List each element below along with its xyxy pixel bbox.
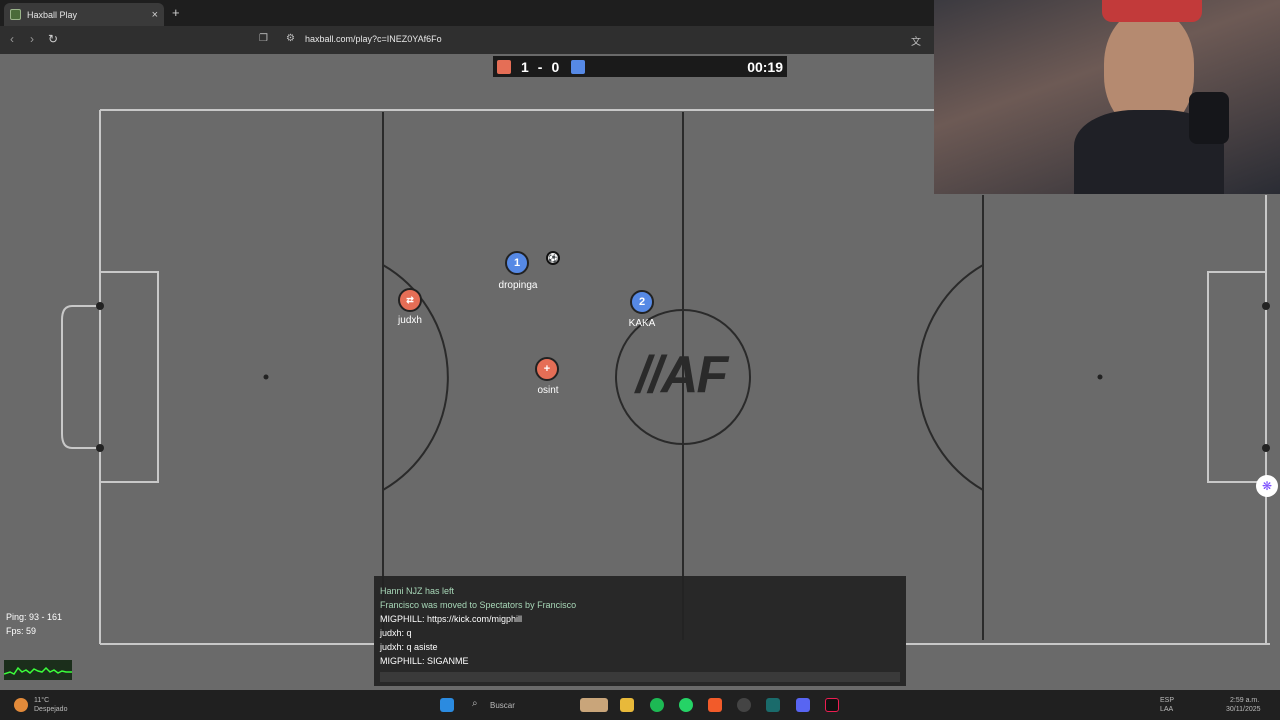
player-disc-blue: 2	[630, 290, 654, 314]
forward-icon[interactable]: ›	[30, 32, 34, 46]
haxball-favicon-icon	[10, 9, 21, 20]
spotify-icon[interactable]	[650, 698, 664, 712]
browser-tab[interactable]: Haxball Play ×	[4, 3, 164, 26]
search-icon[interactable]: ⌕	[472, 698, 486, 712]
game-timer: 00:19	[747, 58, 783, 75]
language-indicator[interactable]: ESP	[1160, 696, 1174, 705]
chat-input[interactable]	[380, 672, 900, 682]
obs-icon[interactable]	[737, 698, 751, 712]
player-disc-blue: 1	[505, 251, 529, 275]
file-explorer-icon[interactable]	[620, 698, 634, 712]
chat-message: judxh: q asiste	[380, 642, 438, 652]
extension-icon[interactable]: ❋	[1256, 475, 1278, 497]
tiktok-icon[interactable]	[825, 698, 839, 712]
ping-graph	[4, 660, 72, 680]
player-disc-red: ⇄	[398, 288, 422, 312]
reload-icon[interactable]: ↻	[48, 32, 58, 46]
whatsapp-icon[interactable]	[679, 698, 693, 712]
score-separator: -	[537, 58, 543, 75]
clock-time[interactable]: 2:59 a.m.	[1230, 696, 1259, 705]
chat-message: Hanni NJZ has left	[380, 586, 455, 596]
app-widgets-icon[interactable]	[580, 698, 608, 712]
search-label[interactable]: Buscar	[490, 701, 515, 710]
blue-team-indicator	[571, 59, 586, 74]
chat-message: MIGPHILL: SIGANME	[380, 656, 469, 666]
scoreboard: 1 - 0 00:19	[493, 56, 787, 77]
field-logo: //AF	[636, 346, 728, 404]
clock-date[interactable]: 30/11/2025	[1226, 705, 1261, 714]
bookmark-icon[interactable]: ❐	[259, 33, 268, 44]
chat-message: Francisco was moved to Spectators by Fra…	[380, 600, 577, 610]
taskbar: 11°C Despejado ⌕ Buscar ESP LAA 2:59 a.m…	[0, 690, 1280, 720]
translate-icon[interactable]: 文	[911, 33, 921, 48]
red-team-indicator	[497, 59, 511, 74]
player-disc-red: +	[535, 357, 559, 381]
chat-panel: Hanni NJZ has left Francisco was moved t…	[374, 576, 906, 686]
player-name: dropinga	[498, 280, 538, 291]
weather-desc: Despejado	[34, 706, 68, 713]
tab-close-icon[interactable]: ×	[152, 9, 158, 21]
red-score: 1	[521, 58, 529, 75]
site-info-icon[interactable]: ⚙	[286, 33, 295, 44]
network-stats: Ping: 93 - 161 Fps: 59	[6, 610, 62, 638]
ping-readout: Ping: 93 - 161	[6, 612, 63, 622]
chat-message: judxh: q	[380, 628, 412, 638]
tab-title: Haxball Play	[27, 9, 78, 20]
player-name: osint	[537, 385, 559, 396]
blue-score: 0	[551, 58, 560, 75]
weather-temp: 11°C	[34, 697, 50, 704]
discord-icon[interactable]	[796, 698, 810, 712]
ball-icon: ⚽	[546, 251, 560, 265]
chat-message: MIGPHILL: https://kick.com/migphill	[380, 614, 523, 624]
player-name: KAKA	[628, 318, 656, 329]
language-layout[interactable]: LAA	[1160, 705, 1173, 714]
start-icon[interactable]	[440, 698, 454, 712]
fps-readout: Fps: 59	[6, 626, 37, 636]
player-avatar-icon: ⇄	[406, 294, 414, 305]
terminal-icon[interactable]	[766, 698, 780, 712]
weather-icon[interactable]	[14, 698, 28, 712]
new-tab-button[interactable]: +	[172, 5, 180, 20]
url-field[interactable]: haxball.com/play?c=INEZ0YAf6Fo	[305, 34, 442, 44]
player-name: judxh	[398, 315, 422, 326]
back-icon[interactable]: ‹	[10, 32, 14, 46]
webcam-overlay	[934, 0, 1280, 194]
brave-icon[interactable]	[708, 698, 722, 712]
